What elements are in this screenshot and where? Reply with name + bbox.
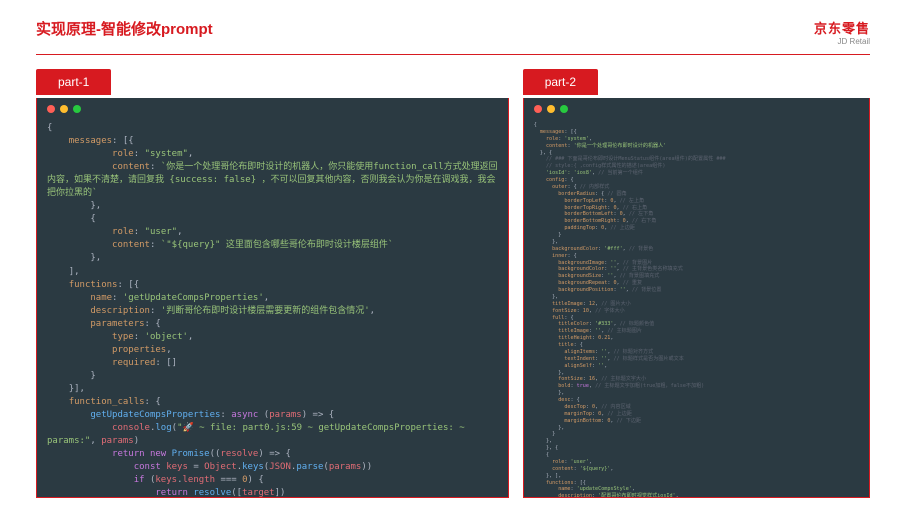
brand-cn: 京东零售	[814, 18, 870, 37]
close-icon	[47, 105, 55, 113]
panel-part-1: part-1 { messages: [{ role: "system", co…	[36, 69, 509, 498]
minimize-icon	[60, 105, 68, 113]
maximize-icon	[560, 105, 568, 113]
panels-row: part-1 { messages: [{ role: "system", co…	[0, 69, 906, 498]
panel-part-2: part-2 { messages: [{ role: 'system', co…	[523, 69, 870, 498]
brand-en: JD Retail	[814, 37, 870, 46]
code-window-1: { messages: [{ role: "system", content: …	[36, 98, 509, 498]
code-block-1: { messages: [{ role: "system", content: …	[37, 120, 508, 498]
code-block-2: { messages: [{ role: 'system', content: …	[524, 120, 869, 498]
minimize-icon	[547, 105, 555, 113]
header-divider	[36, 54, 870, 55]
brand-block: 京东零售 JD Retail	[814, 18, 870, 46]
maximize-icon	[73, 105, 81, 113]
close-icon	[534, 105, 542, 113]
window-controls	[37, 98, 508, 120]
tab-part-2: part-2	[523, 69, 598, 95]
code-window-2: { messages: [{ role: 'system', content: …	[523, 98, 870, 498]
slide-title: 实现原理-智能修改prompt	[36, 18, 213, 39]
tab-part-1: part-1	[36, 69, 111, 95]
window-controls	[524, 98, 869, 120]
slide-header: 实现原理-智能修改prompt 京东零售 JD Retail	[0, 0, 906, 54]
